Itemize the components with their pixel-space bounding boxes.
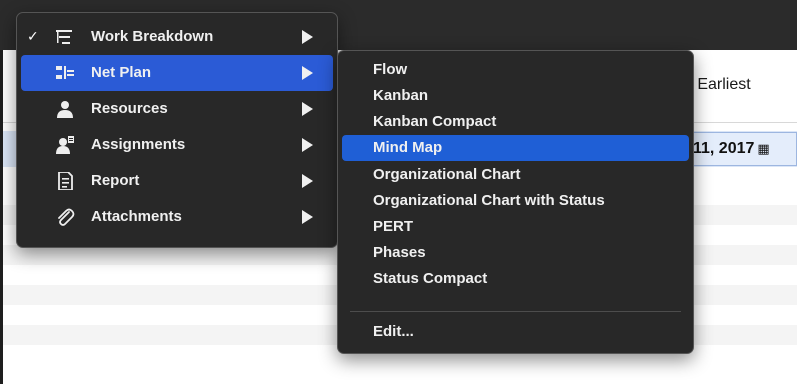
submenu-item-label: Organizational Chart (373, 166, 521, 183)
submenu-item-label: Status Compact (373, 270, 488, 287)
calendar-icon[interactable]: ▦ (757, 141, 769, 156)
submenu-item-label: Edit... (373, 323, 414, 340)
menu-item-report[interactable]: Report (21, 163, 333, 199)
person-icon (57, 101, 73, 118)
date-value: 11, 2017 (693, 140, 755, 157)
menu-item-resources[interactable]: Resources (21, 91, 333, 127)
menu-item-label: Work Breakdown (91, 28, 214, 45)
submenu-item-label: PERT (373, 218, 414, 235)
column-header-earliest[interactable]: n Earliest (684, 76, 751, 94)
submenu-item-label: Flow (373, 61, 408, 78)
submenu-item-phases[interactable]: Phases (342, 240, 689, 266)
submenu-item-pert[interactable]: PERT (342, 214, 689, 240)
view-menu: ✓ Work Breakdown Net Plan Resources Assi… (16, 12, 338, 248)
submenu-item-organizational-chart-with-status[interactable]: Organizational Chart with Status (342, 188, 689, 214)
menu-item-label: Resources (91, 100, 168, 117)
submenu-item-kanban[interactable]: Kanban (342, 83, 689, 109)
report-icon (58, 172, 73, 190)
menu-item-label: Attachments (91, 208, 182, 225)
menu-item-attachments[interactable]: Attachments (21, 199, 333, 235)
menu-item-label: Report (91, 172, 140, 189)
submenu-item-organizational-chart[interactable]: Organizational Chart (342, 162, 689, 188)
assignment-icon (56, 136, 74, 154)
date-cell[interactable]: 11, 2017 ▦ (684, 132, 797, 166)
submenu-item-label: Phases (373, 244, 426, 261)
submenu-item-label: Organizational Chart with Status (373, 192, 605, 209)
menu-item-assignments[interactable]: Assignments (21, 127, 333, 163)
submenu-arrow-icon (302, 174, 313, 188)
menu-item-label: Net Plan (91, 64, 152, 81)
submenu-item-kanban-compact[interactable]: Kanban Compact (342, 109, 689, 135)
submenu-item-edit[interactable]: Edit... (342, 319, 689, 345)
submenu-item-label: Kanban Compact (373, 113, 497, 130)
submenu-arrow-icon (302, 210, 313, 224)
work-breakdown-icon (56, 30, 72, 44)
submenu-item-label: Mind Map (373, 139, 443, 156)
submenu-item-flow[interactable]: Flow (342, 57, 689, 83)
net-plan-submenu: Flow Kanban Kanban Compact Mind Map Orga… (337, 50, 694, 354)
paperclip-icon (58, 208, 75, 226)
submenu-arrow-icon (302, 66, 313, 80)
submenu-arrow-icon (302, 138, 313, 152)
submenu-item-mind-map[interactable]: Mind Map (342, 135, 689, 161)
submenu-item-label: Kanban (373, 87, 429, 104)
submenu-arrow-icon (302, 30, 313, 44)
checkmark-icon: ✓ (27, 28, 39, 44)
menu-item-label: Assignments (91, 136, 186, 153)
submenu-item-status-compact[interactable]: Status Compact (342, 266, 689, 292)
menu-separator (350, 311, 681, 312)
menu-item-net-plan[interactable]: Net Plan (21, 55, 333, 91)
menu-item-work-breakdown[interactable]: ✓ Work Breakdown (21, 19, 333, 55)
submenu-arrow-icon (302, 102, 313, 116)
net-plan-icon (56, 66, 74, 79)
